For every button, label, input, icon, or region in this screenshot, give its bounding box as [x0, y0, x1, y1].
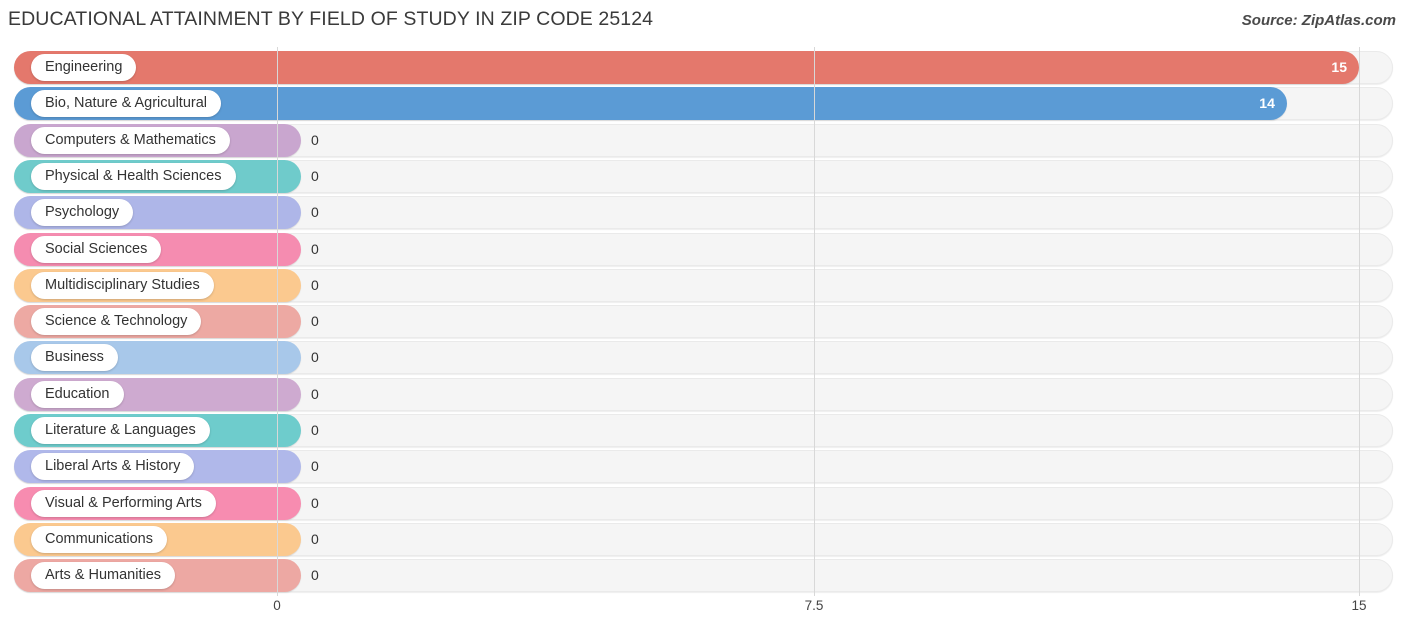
category-label[interactable]: Arts & Humanities [31, 562, 176, 590]
bar-value-label: 0 [311, 131, 319, 148]
chart-header: EDUCATIONAL ATTAINMENT BY FIELD OF STUDY… [0, 0, 1406, 44]
category-label[interactable]: Liberal Arts & History [31, 453, 195, 481]
bar-value-label: 0 [311, 458, 319, 475]
bar-row[interactable]: 0 Physical & Health Sciences [0, 159, 1406, 193]
bar-row[interactable]: 0 Social Sciences [0, 232, 1406, 266]
bar-row[interactable]: 0 Visual & Performing Arts [0, 486, 1406, 520]
bar-value-label: 0 [311, 204, 319, 221]
bar-value-label: 15 [1331, 59, 1347, 75]
category-label[interactable]: Visual & Performing Arts [31, 489, 216, 517]
bar-value-label: 14 [1259, 95, 1275, 112]
bar-row[interactable]: 0 Education [0, 377, 1406, 411]
bar-value-label: 0 [311, 313, 319, 330]
bar-value-label: 0 [311, 530, 319, 547]
bar-value-label: 0 [311, 494, 319, 511]
category-label[interactable]: Engineering [31, 54, 137, 81]
bar-value-label: 0 [311, 422, 319, 438]
bar-value-label: 0 [311, 240, 319, 257]
bar[interactable]: 15 [14, 51, 1359, 84]
bar-row[interactable]: 0 Communications [0, 522, 1406, 556]
x-axis-tick-label: 0 [273, 598, 281, 613]
category-label[interactable]: Multidisciplinary Studies [31, 271, 214, 299]
bar-value-label: 0 [311, 167, 319, 184]
category-label[interactable]: Literature & Languages [31, 417, 210, 444]
bar-value-label: 0 [311, 349, 319, 366]
x-axis-tick-label: 15 [1351, 598, 1367, 613]
bar-row[interactable]: 0 Liberal Arts & History [0, 450, 1406, 484]
bar-row[interactable]: 0 Arts & Humanities [0, 559, 1406, 593]
category-label[interactable]: Psychology [31, 199, 134, 227]
category-label[interactable]: Physical & Health Sciences [31, 162, 236, 190]
bar-value-label: 0 [311, 385, 319, 402]
bar-row[interactable]: 0 Science & Technology [0, 305, 1406, 339]
bar-row[interactable]: 0 Computers & Mathematics [0, 123, 1406, 157]
category-label[interactable]: Social Sciences [31, 235, 162, 263]
bar-value-label: 0 [311, 276, 319, 293]
x-axis-tick-label: 7.5 [804, 598, 824, 613]
plot-area: 15 Engineering 14 Bio, Nature & Agricultura… [0, 47, 1406, 596]
source-attribution: Source: ZipAtlas.com [1241, 12, 1396, 29]
bar-row[interactable]: 0 Psychology [0, 196, 1406, 230]
category-label[interactable]: Bio, Nature & Agricultural [31, 90, 221, 118]
category-label[interactable]: Communications [31, 525, 167, 553]
bar-row[interactable]: 0 Multidisciplinary Studies [0, 268, 1406, 302]
category-label[interactable]: Science & Technology [31, 308, 202, 336]
bar-row[interactable]: 0 Business [0, 341, 1406, 375]
bar-row[interactable]: 14 Bio, Nature & Agricultural [0, 87, 1406, 121]
page-title: EDUCATIONAL ATTAINMENT BY FIELD OF STUDY… [8, 8, 654, 30]
x-axis: 0 7.5 15 [0, 596, 1406, 631]
bar-row[interactable]: 15 Engineering [0, 51, 1406, 84]
bar-value-label: 0 [311, 567, 319, 584]
bar-row[interactable]: 0 Literature & Languages [0, 414, 1406, 447]
category-label[interactable]: Education [31, 380, 124, 408]
category-label[interactable]: Computers & Mathematics [31, 126, 230, 154]
category-label[interactable]: Business [31, 344, 118, 372]
